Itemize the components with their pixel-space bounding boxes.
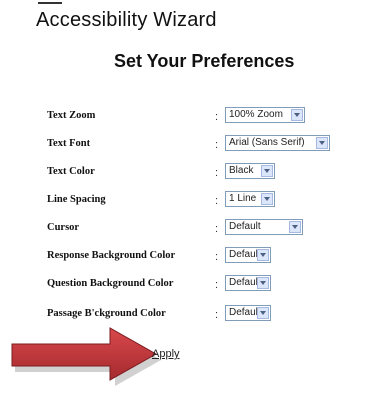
pref-row-line-spacing: Line Spacing : 1 Line [47, 191, 377, 211]
pref-row-cursor: Cursor : Default [47, 219, 377, 239]
pref-row-response-background: Response Background Color : Default [47, 247, 377, 267]
pref-label: Text Color [47, 166, 95, 177]
pref-row-passage-background: Passage B'ckground Color : Default [47, 305, 377, 325]
pref-row-text-font: Text Font : Arial (Sans Serif) [47, 135, 377, 155]
right-arrow-icon [11, 327, 161, 386]
cursor-select[interactable]: Default [225, 219, 303, 235]
select-value: Default [229, 277, 261, 288]
question-background-select[interactable]: Default [225, 275, 271, 291]
chevron-down-icon[interactable] [257, 277, 269, 289]
text-color-select[interactable]: Black [225, 163, 275, 179]
chevron-down-icon[interactable] [257, 307, 269, 319]
pref-label: Passage B'ckground Color [47, 308, 166, 319]
title-rule [38, 2, 62, 4]
line-spacing-select[interactable]: 1 Line [225, 191, 275, 207]
pref-label: Cursor [47, 222, 80, 233]
pref-row-text-zoom: Text Zoom : 100% Zoom [47, 107, 377, 127]
label-colon: : [215, 111, 219, 123]
label-colon: : [215, 251, 219, 263]
label-colon: : [215, 223, 219, 235]
label-colon: : [215, 167, 219, 179]
pref-label: Line Spacing [47, 194, 106, 205]
label-colon: : [215, 195, 219, 207]
pref-row-question-background: Question Background Color : Default [47, 275, 377, 295]
chevron-down-icon[interactable] [261, 193, 273, 205]
chevron-down-icon[interactable] [316, 137, 328, 149]
chevron-down-icon[interactable] [257, 249, 269, 261]
chevron-down-icon[interactable] [261, 165, 273, 177]
select-value: Default [229, 221, 261, 232]
response-background-select[interactable]: Default [225, 247, 271, 263]
text-font-select[interactable]: Arial (Sans Serif) [225, 135, 330, 151]
select-value: 1 Line [229, 193, 257, 204]
preferences-heading: Set Your Preferences [114, 51, 295, 71]
wizard-title: Accessibility Wizard [36, 9, 217, 31]
label-colon: : [215, 139, 219, 151]
apply-link[interactable]: Apply [152, 348, 180, 360]
passage-background-select[interactable]: Default [225, 305, 271, 321]
label-colon: : [215, 309, 219, 321]
chevron-down-icon[interactable] [289, 221, 301, 233]
select-value: Default [229, 307, 261, 318]
pref-label: Response Background Color [47, 250, 176, 261]
select-value: 100% Zoom [229, 109, 283, 120]
pref-row-text-color: Text Color : Black [47, 163, 377, 183]
pref-label: Text Font [47, 138, 91, 149]
label-colon: : [215, 279, 219, 291]
chevron-down-icon[interactable] [291, 109, 303, 121]
select-value: Arial (Sans Serif) [229, 137, 305, 148]
select-value: Black [229, 165, 254, 176]
text-zoom-select[interactable]: 100% Zoom [225, 107, 305, 123]
pref-label: Question Background Color [47, 278, 174, 289]
select-value: Default [229, 249, 261, 260]
pref-label: Text Zoom [47, 110, 96, 121]
